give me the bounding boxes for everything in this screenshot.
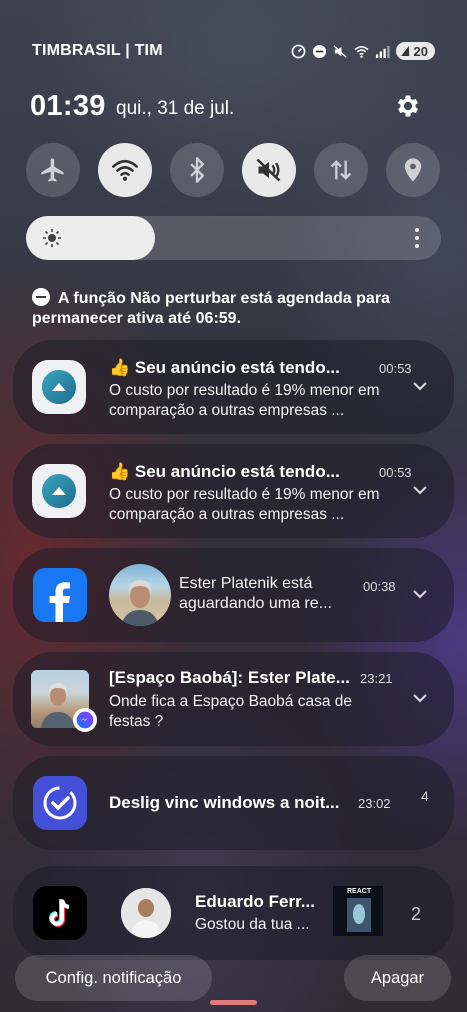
airplane-mode-toggle[interactable] — [26, 143, 80, 197]
notification-title: Eduardo Ferr... — [195, 892, 315, 911]
avatar — [121, 888, 171, 938]
notification-settings-button[interactable]: Config. notificação — [15, 955, 212, 1001]
mobile-data-toggle[interactable] — [314, 143, 368, 197]
bluetooth-toggle[interactable] — [170, 143, 224, 197]
notification-body: O custo por resultado é 19% menor em com… — [109, 382, 380, 419]
notification-title: Deslig vinc windows a noit... — [109, 793, 340, 812]
notification-time: 00:38 — [363, 579, 396, 594]
battery-indicator: 20 — [395, 42, 435, 60]
facebook-icon — [33, 568, 87, 622]
notification-body: Gostou da tua ... — [195, 916, 310, 933]
notification-card[interactable]: Deslig vinc windows a noit... 23:02 4 — [13, 756, 454, 850]
ads-app-icon — [32, 360, 86, 414]
notification-time: 23:21 — [360, 671, 393, 686]
notification-title: 👍 Seu anúncio está tendo... — [109, 358, 340, 377]
dnd-notice-text: A função Não perturbar está agendada par… — [32, 290, 390, 327]
airplane-icon — [41, 158, 64, 182]
clear-all-button[interactable]: Apagar — [344, 955, 451, 1001]
notification-time: 23:02 — [358, 796, 391, 811]
notification-count: 2 — [411, 904, 422, 924]
tiktok-icon — [33, 886, 87, 940]
chevron-down-icon[interactable] — [411, 377, 429, 395]
bluetooth-icon — [190, 157, 204, 183]
notification-body: Onde fica a Espaço Baobá casa de festas … — [109, 693, 352, 730]
drag-handle[interactable] — [210, 1000, 257, 1005]
tasks-app-icon — [33, 776, 87, 830]
notification-body: O custo por resultado é 19% menor em com… — [109, 486, 380, 523]
notification-count: 4 — [421, 788, 429, 804]
video-thumbnail: REACT — [333, 886, 383, 936]
dnd-status-icon — [312, 44, 327, 59]
notification-title: 👍 Seu anúncio está tendo... — [109, 462, 340, 481]
notification-title: Ester Platenik está aguardando uma re... — [179, 575, 332, 612]
chevron-down-icon[interactable] — [411, 585, 429, 603]
dnd-icon — [32, 288, 50, 306]
brightness-slider[interactable] — [26, 216, 441, 260]
more-options-icon[interactable] — [414, 226, 420, 250]
clock[interactable]: 01:39 — [30, 90, 106, 123]
settings-gear-icon[interactable] — [394, 92, 422, 120]
date[interactable]: qui., 31 de jul. — [116, 98, 234, 120]
dnd-notice[interactable]: A função Não perturbar está agendada par… — [32, 288, 442, 329]
status-icons: 20 — [291, 42, 435, 60]
ads-app-icon — [32, 464, 86, 518]
sun-icon — [43, 229, 61, 247]
location-toggle[interactable] — [386, 143, 440, 197]
data-transfer-icon — [330, 160, 352, 180]
notification-card[interactable]: 👍 Seu anúncio está tendo... 00:53 O cust… — [13, 444, 454, 538]
notification-time: 00:53 — [379, 361, 412, 376]
location-pin-icon — [404, 158, 422, 182]
mute-icon — [256, 158, 281, 182]
mute-toggle[interactable] — [242, 143, 296, 197]
avatar — [109, 564, 171, 626]
wifi-icon — [353, 44, 369, 59]
notification-card[interactable]: [Espaço Baobá]: Ester Plate... 23:21 Ond… — [13, 652, 454, 746]
notification-title: [Espaço Baobá]: Ester Plate... — [109, 668, 350, 687]
wifi-icon — [112, 159, 138, 181]
notification-card[interactable]: Ester Platenik está aguardando uma re...… — [13, 548, 454, 642]
carrier-name: TIMBRASIL | TIM — [32, 42, 163, 59]
mute-icon — [332, 44, 348, 59]
chevron-down-icon[interactable] — [411, 689, 429, 707]
notification-card[interactable]: Eduardo Ferr... Gostou da tua ... REACT … — [13, 866, 454, 960]
messenger-icon — [73, 708, 97, 732]
signal-icon — [375, 44, 390, 59]
data-saver-icon — [291, 44, 306, 59]
notification-time: 00:53 — [379, 465, 412, 480]
thumbnail-label: REACT — [347, 888, 372, 895]
notification-card[interactable]: 👍 Seu anúncio está tendo... 00:53 O cust… — [13, 340, 454, 434]
chevron-down-icon[interactable] — [411, 481, 429, 499]
wifi-toggle[interactable] — [98, 143, 152, 197]
